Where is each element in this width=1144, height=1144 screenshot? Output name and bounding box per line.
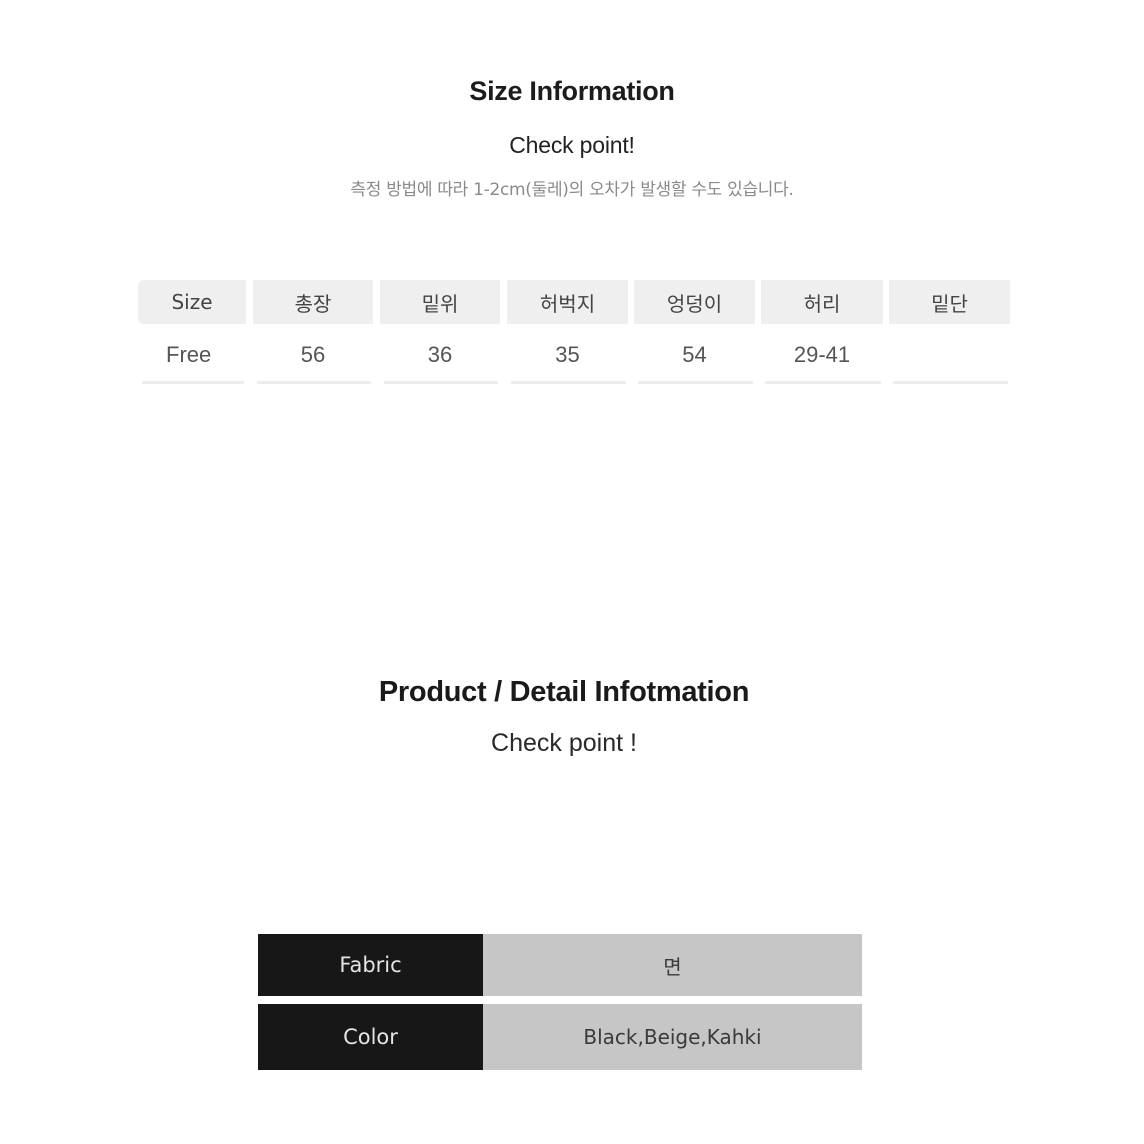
size-check-point-subtitle: Check point! [509,132,635,158]
fabric-label: Fabric [258,934,483,996]
size-header-hem: 밑단 [889,280,1010,324]
size-header-rise: 밑위 [380,280,500,324]
size-information-title: Size Information [469,76,675,106]
size-column-waist: 허리 29-41 [761,280,883,390]
size-column-total-length: 총장 56 [253,280,373,390]
size-table: Size Free 총장 56 밑위 36 허벅지 35 엉덩이 54 허리 2… [138,280,1010,390]
size-column-size: Size Free [138,280,246,390]
product-detail-title: Product / Detail Infotmation [378,676,750,708]
size-column-rise: 밑위 36 [380,280,500,390]
color-value: Black,Beige,Kahki [483,1004,862,1070]
size-cell-size: Free [166,342,212,367]
row-divider [511,381,626,384]
size-column-hem: 밑단 [889,280,1010,390]
size-header-total-length: 총장 [253,280,373,324]
size-column-hip: 엉덩이 54 [634,280,755,390]
size-cell-total-length: 56 [300,342,326,367]
color-label: Color [258,1004,483,1070]
product-detail-table: Fabric 면 Color Black,Beige,Kahki [258,934,862,1070]
row-divider [257,381,371,384]
size-header-thigh: 허벅지 [507,280,628,324]
size-cell-waist: 29-41 [793,342,851,367]
row-divider [142,381,244,384]
row-divider [638,381,753,384]
fabric-value: 면 [483,934,862,996]
row-divider [384,381,498,384]
product-check-point-subtitle: Check point ! [491,729,637,757]
size-header-size: Size [138,280,246,324]
product-row-fabric: Fabric 면 [258,934,862,996]
row-divider [893,381,1008,384]
measurement-note: 측정 방법에 따라 1-2cm(둘레)의 오차가 발생할 수도 있습니다. [350,180,794,200]
row-divider [765,381,881,384]
size-column-thigh: 허벅지 35 [507,280,628,390]
size-cell-hem [889,338,1010,372]
size-cell-thigh: 35 [555,342,580,367]
size-cell-hip: 54 [682,342,707,367]
product-row-color: Color Black,Beige,Kahki [258,1004,862,1070]
size-header-hip: 엉덩이 [634,280,755,324]
size-cell-rise: 36 [427,342,453,367]
size-header-waist: 허리 [761,280,883,324]
